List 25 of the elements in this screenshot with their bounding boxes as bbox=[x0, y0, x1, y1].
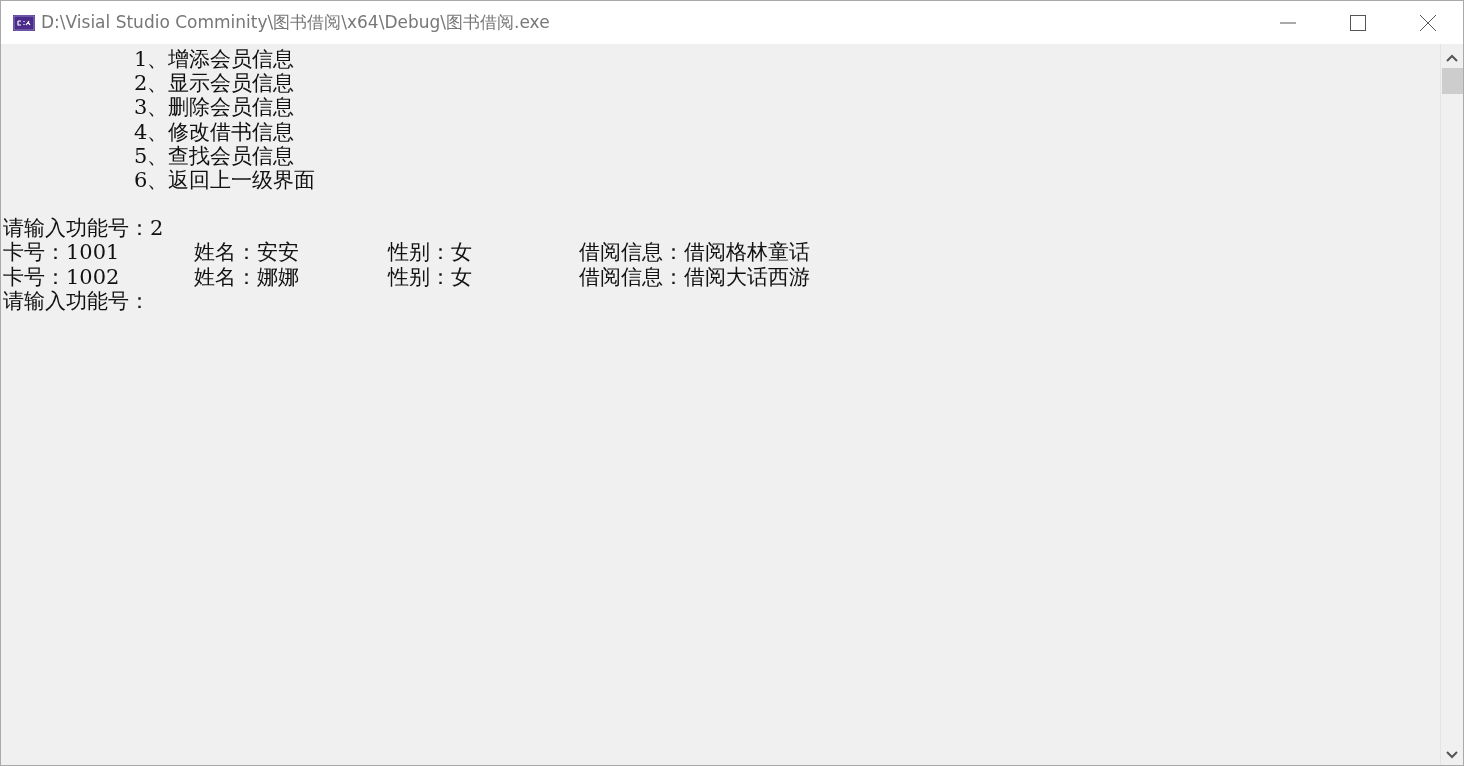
window-title: D:\Visial Studio Comminity\图书借阅\x64\Debug\图书借阅.exe bbox=[41, 11, 551, 34]
menu-option: 2、显示会员信息 bbox=[134, 71, 295, 96]
console-app-icon bbox=[13, 14, 35, 31]
close-icon bbox=[1420, 14, 1436, 31]
member-gender: 性别：女 bbox=[388, 264, 472, 289]
scroll-up-icon bbox=[1446, 54, 1458, 62]
member-name: 姓名：娜娜 bbox=[194, 264, 299, 289]
member-name: 姓名：安安 bbox=[194, 240, 299, 265]
menu-option: 5、查找会员信息 bbox=[134, 143, 295, 168]
menu-option: 1、增添会员信息 bbox=[134, 47, 295, 72]
vertical-scrollbar[interactable] bbox=[1440, 44, 1463, 765]
scroll-down-icon bbox=[1446, 751, 1458, 759]
card-number: 卡号：1001 bbox=[3, 240, 120, 265]
member-gender: 性别：女 bbox=[388, 240, 472, 265]
borrow-info: 借阅信息：借阅大话西游 bbox=[579, 264, 810, 289]
borrow-info: 借阅信息：借阅格林童话 bbox=[579, 240, 810, 265]
menu-option: 6、返回上一级界面 bbox=[134, 168, 316, 193]
minimize-icon bbox=[1280, 21, 1296, 24]
prompt-text: 请输入功能号：2 bbox=[3, 216, 164, 241]
card-number: 卡号：1002 bbox=[3, 264, 120, 289]
prompt-text: 请输入功能号： bbox=[3, 288, 150, 314]
maximize-icon bbox=[1350, 14, 1366, 31]
menu-option: 3、删除会员信息 bbox=[134, 95, 295, 120]
menu-option: 4、修改借书信息 bbox=[134, 119, 295, 144]
scrollbar-thumb[interactable] bbox=[1441, 68, 1463, 94]
